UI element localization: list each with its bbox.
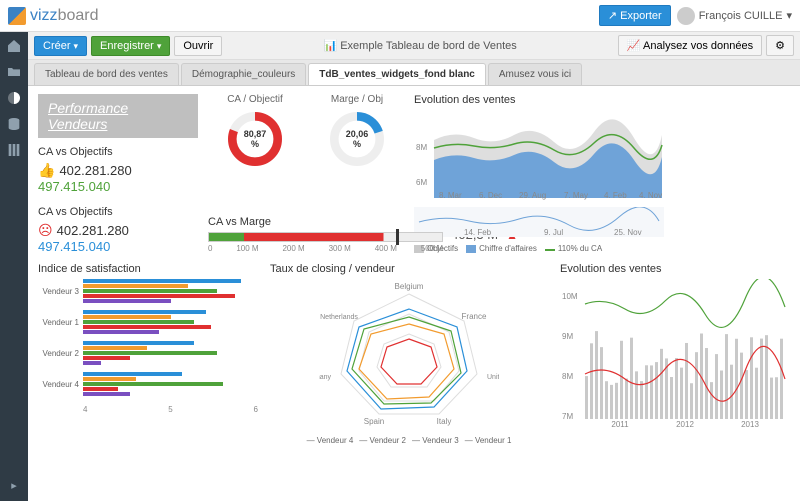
- hbar-title: Indice de satisfaction: [38, 263, 258, 275]
- logo-text-1: vizz: [30, 7, 58, 25]
- svg-text:7M: 7M: [562, 412, 573, 421]
- svg-text:8. Mar: 8. Mar: [439, 191, 462, 200]
- section-title: Performance Vendeurs: [38, 94, 198, 138]
- user-name: François CUILLE: [699, 10, 783, 22]
- svg-text:4. Nov: 4. Nov: [639, 191, 662, 200]
- save-button[interactable]: Enregistrer▾: [91, 36, 170, 56]
- board-title: 📊 Exemple Tableau de bord de Ventes: [226, 39, 614, 52]
- chevron-down-icon: ▾: [786, 9, 792, 22]
- toolbar: Créer▾ Enregistrer▾ Ouvrir 📊 Exemple Tab…: [28, 32, 800, 60]
- kpi1-value2: 497.415.040: [38, 179, 198, 194]
- svg-text:25. Nov: 25. Nov: [614, 228, 642, 237]
- sad-icon: ☹: [38, 222, 53, 239]
- kpi-1: CA vs Objectifs 👍 402.281.280 497.415.040: [38, 146, 198, 194]
- hbar-row: Vendeur 1: [38, 310, 258, 334]
- radar-title: Taux de closing / vendeur: [270, 263, 548, 275]
- radar-chart: Taux de closing / vendeur Belgium France U…: [270, 263, 548, 445]
- dashboard: Performance Vendeurs CA vs Objectifs 👍 40…: [28, 86, 800, 501]
- donut2-pct: 20,06 %: [342, 129, 372, 149]
- svg-text:4. Feb: 4. Feb: [604, 191, 627, 200]
- dashboard-icon[interactable]: [6, 90, 22, 106]
- sidebar: ▸: [0, 32, 28, 501]
- logo: vizzboard: [8, 7, 98, 25]
- donut2-title: Marge / Obj: [312, 94, 402, 105]
- settings-icon[interactable]: [6, 142, 22, 158]
- evolution-chart-2: Evolution des ventes 10M 9M 8M 7M 2011 2012 2…: [560, 263, 790, 445]
- evo1-title: Evolution des ventes: [414, 94, 790, 106]
- radar-legend: — Vendeur 4 — Vendeur 2 — Vendeur 3 — Ve…: [270, 436, 548, 445]
- svg-text:Belgium: Belgium: [395, 282, 424, 291]
- user-menu[interactable]: François CUILLE ▾: [677, 7, 792, 25]
- kpi2-value1: 402.281.280: [57, 223, 129, 238]
- expand-icon[interactable]: ▸: [6, 477, 22, 493]
- tabs: Tableau de bord des ventes Démographie_c…: [28, 60, 800, 86]
- thumb-up-icon: 👍: [38, 162, 55, 179]
- gear-button[interactable]: ⚙: [766, 35, 794, 56]
- svg-text:7. May: 7. May: [564, 191, 588, 200]
- tab-2[interactable]: TdB_ventes_widgets_fond blanc: [308, 63, 486, 85]
- logo-text-2: board: [58, 7, 99, 25]
- tab-3[interactable]: Amusez vous ici: [488, 63, 582, 85]
- folder-icon[interactable]: [6, 64, 22, 80]
- tab-0[interactable]: Tableau de bord des ventes: [34, 63, 179, 85]
- create-button[interactable]: Créer▾: [34, 36, 87, 56]
- gauge-title: CA vs Marge: [208, 216, 443, 228]
- kpi-2: CA vs Objectifs ☹ 402.281.280 497.415.040: [38, 206, 198, 254]
- svg-text:Spain: Spain: [364, 417, 384, 426]
- svg-text:Italy: Italy: [437, 417, 452, 426]
- svg-text:14. Feb: 14. Feb: [464, 228, 492, 237]
- kpi1-value1: 402.281.280: [59, 163, 131, 178]
- tab-1[interactable]: Démographie_couleurs: [181, 63, 306, 85]
- hbar-row: Vendeur 2: [38, 341, 258, 365]
- export-button[interactable]: ↗ Exporter: [599, 5, 671, 26]
- gauge-chart: CA vs Marge 0100 M200 M300 M400 M500 M: [208, 216, 443, 253]
- svg-text:6. Dec: 6. Dec: [479, 191, 502, 200]
- svg-text:Netherlands: Netherlands: [320, 314, 358, 321]
- hbar-row: Vendeur 4: [38, 372, 258, 396]
- svg-text:Germany: Germany: [319, 374, 331, 381]
- svg-text:2011: 2011: [611, 420, 629, 429]
- kpi1-title: CA vs Objectifs: [38, 146, 198, 158]
- topbar: vizzboard ↗ Exporter François CUILLE ▾: [0, 0, 800, 32]
- kpi2-title: CA vs Objectifs: [38, 206, 198, 218]
- svg-text:France: France: [462, 312, 487, 321]
- analyze-button[interactable]: 📈 Analysez vos données: [618, 35, 762, 56]
- evo1-legend: Objectifs Chiffre d'affaires 110% du CA: [414, 244, 790, 253]
- svg-text:2012: 2012: [676, 420, 694, 429]
- svg-text:2013: 2013: [741, 420, 759, 429]
- donut1-pct: 80,87 %: [240, 129, 270, 149]
- svg-text:United Kingdom: United Kingdom: [487, 374, 499, 381]
- open-button[interactable]: Ouvrir: [174, 36, 222, 56]
- hbar-row: Vendeur 3: [38, 279, 258, 303]
- svg-text:9. Jul: 9. Jul: [544, 228, 563, 237]
- svg-text:9M: 9M: [562, 332, 573, 341]
- svg-text:10M: 10M: [562, 292, 578, 301]
- donut1-title: CA / Objectif: [210, 94, 300, 105]
- svg-text:8M: 8M: [416, 143, 427, 152]
- database-icon[interactable]: [6, 116, 22, 132]
- logo-mark: [8, 7, 26, 25]
- svg-text:29. Aug: 29. Aug: [519, 191, 546, 200]
- satisfaction-chart: Indice de satisfaction Vendeur 3 Vendeur …: [38, 263, 258, 445]
- svg-text:6M: 6M: [416, 178, 427, 187]
- avatar: [677, 7, 695, 25]
- svg-text:8M: 8M: [562, 372, 573, 381]
- evo2-title: Evolution des ventes: [560, 263, 790, 275]
- kpi2-value2: 497.415.040: [38, 239, 198, 254]
- home-icon[interactable]: [6, 38, 22, 54]
- brush-chart[interactable]: 14. Feb 9. Jul 25. Nov: [414, 207, 664, 237]
